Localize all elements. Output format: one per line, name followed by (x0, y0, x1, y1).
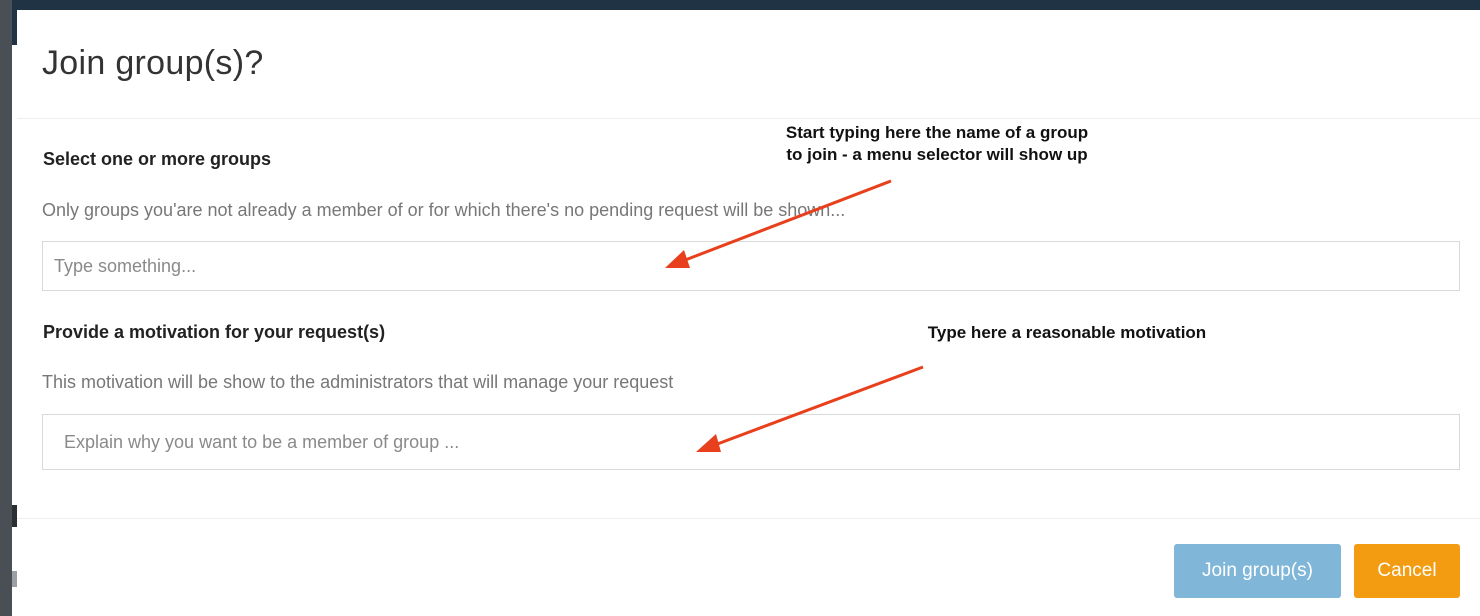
join-group-dialog: Join group(s)? Select one or more groups… (17, 10, 1480, 616)
motivation-input[interactable] (42, 414, 1460, 470)
dialog-title: Join group(s)? (42, 44, 264, 82)
cancel-button[interactable]: Cancel (1354, 544, 1460, 598)
join-groups-button[interactable]: Join group(s) (1174, 544, 1341, 598)
groups-annotation-line2: to join - a menu selector will show up (786, 145, 1088, 164)
groups-label: Select one or more groups (43, 149, 272, 169)
motivation-help-text: This motivation will be show to the admi… (42, 372, 674, 392)
motivation-label: Provide a motivation for your request(s) (43, 322, 386, 342)
dialog-footer-divider (17, 518, 1480, 519)
groups-search-input[interactable] (42, 241, 1460, 291)
page-backdrop-top (0, 0, 1480, 10)
page-backdrop-left (0, 0, 12, 616)
groups-help-text: Only groups you'are not already a member… (42, 200, 846, 220)
groups-annotation: Start typing here the name of a group to… (717, 122, 1157, 166)
motivation-annotation: Type here a reasonable motivation (927, 323, 1207, 342)
groups-annotation-line1: Start typing here the name of a group (785, 123, 1089, 142)
dialog-header: Join group(s)? (17, 10, 1480, 119)
